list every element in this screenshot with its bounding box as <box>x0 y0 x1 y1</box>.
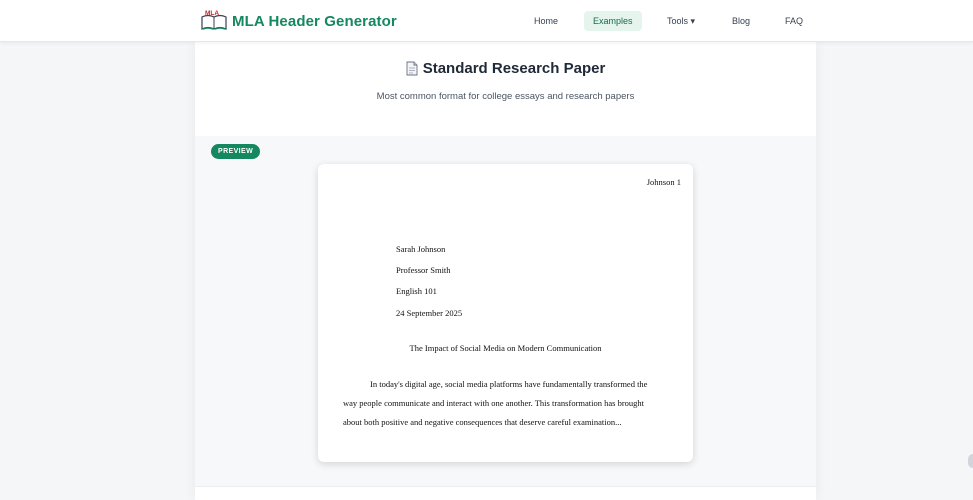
paper-title: The Impact of Social Media on Modern Com… <box>409 343 602 353</box>
book-logo-icon: MLA <box>201 10 227 31</box>
nav-examples-link[interactable]: Examples <box>584 11 642 31</box>
scroll-indicator[interactable] <box>968 454 973 468</box>
example-card: Standard Research Paper Most common form… <box>195 42 816 500</box>
card-footer <box>195 486 816 500</box>
document-icon <box>406 61 418 76</box>
brand-logo-badge: MLA <box>205 10 220 17</box>
nav-blog-link[interactable]: Blog <box>732 11 750 31</box>
example-header: Standard Research Paper Most common form… <box>195 42 816 136</box>
instructor-name: Professor Smith <box>396 265 451 275</box>
course-name: English 101 <box>396 286 437 296</box>
example-subtitle: Most common format for college essays an… <box>376 91 635 102</box>
paper-body: In today's digital age, social media pla… <box>343 375 663 432</box>
paper-body-text: In today's digital age, social media pla… <box>343 379 648 427</box>
preview-section: PREVIEW Johnson 1 Sarah Johnson Professo… <box>195 136 816 486</box>
student-name: Sarah Johnson <box>396 244 446 254</box>
nav-tools-dropdown[interactable]: Tools ▾ <box>667 11 695 31</box>
running-head: Johnson 1 <box>646 177 681 187</box>
paper-preview: Johnson 1 Sarah Johnson Professor Smith … <box>318 164 693 462</box>
preview-badge: PREVIEW <box>211 144 261 159</box>
example-title-text: Standard Research Paper <box>422 60 606 77</box>
nav-faq-link[interactable]: FAQ <box>785 11 803 31</box>
brand-name: MLA Header Generator <box>232 12 397 30</box>
brand-link[interactable]: MLA MLA Header Generator <box>201 10 397 32</box>
nav-home-link[interactable]: Home <box>534 11 558 31</box>
paper-date: 24 September 2025 <box>396 308 463 318</box>
top-navbar: MLA MLA Header Generator Home Examples T… <box>0 0 973 42</box>
example-title: Standard Research Paper <box>195 60 816 77</box>
